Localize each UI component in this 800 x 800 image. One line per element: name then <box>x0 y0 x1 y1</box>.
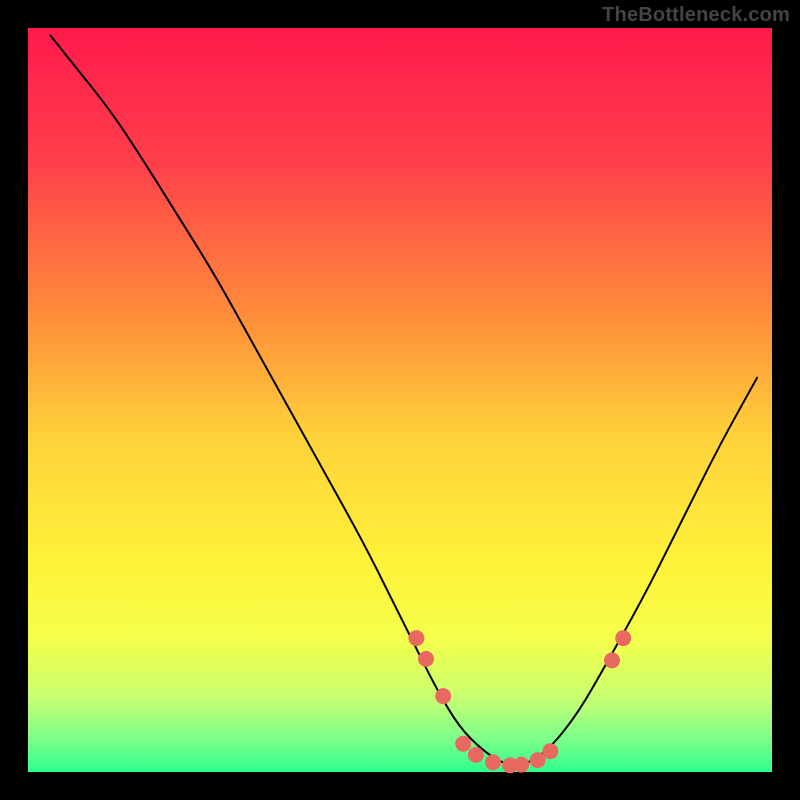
highlight-dot <box>435 688 451 704</box>
highlight-dot <box>485 754 501 770</box>
highlight-dot <box>455 736 471 752</box>
highlight-dot <box>615 630 631 646</box>
highlight-dot <box>604 652 620 668</box>
highlight-dot <box>542 743 558 759</box>
chart-stage: TheBottleneck.com <box>0 0 800 800</box>
highlight-dot <box>418 651 434 667</box>
plot-background <box>28 28 772 772</box>
highlight-dot <box>468 747 484 763</box>
bottleneck-chart <box>0 0 800 800</box>
highlight-dot <box>513 757 529 773</box>
highlight-dot <box>408 630 424 646</box>
